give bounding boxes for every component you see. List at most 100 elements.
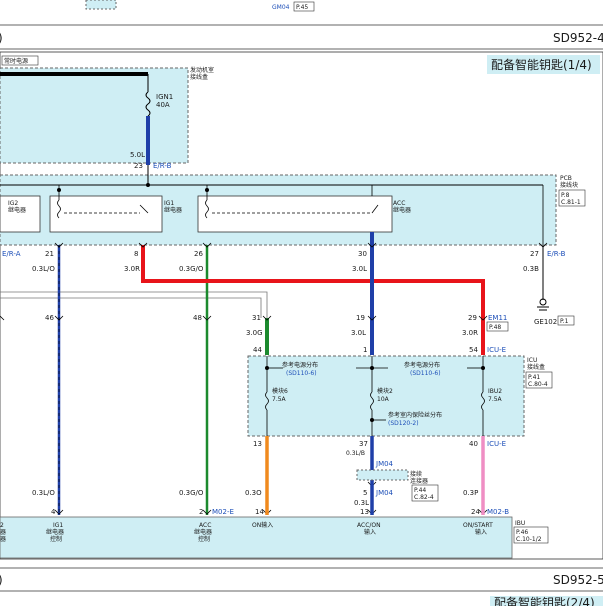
pin-19: 19	[356, 314, 365, 322]
fuse-module2-name: 模块2	[377, 387, 393, 395]
relay-acc-l2: 继电器	[393, 206, 411, 214]
ibu-label-1-l3: 控制	[50, 535, 62, 543]
bottom-pin-4: 4	[51, 508, 56, 516]
footer-left: )	[0, 573, 3, 587]
icu-pin-1: 1	[363, 346, 367, 354]
jm04-connector	[356, 469, 409, 481]
fuse-ibu2-name: IBU2	[488, 388, 502, 395]
jm04-code-bottom: JM04	[375, 489, 394, 497]
icu-ref-text-1: 参考电源分布	[282, 361, 318, 369]
ibu-name: IBU	[515, 520, 525, 527]
power-label: 常时电源	[4, 57, 28, 65]
ibu-label-1-l1: IG1	[53, 522, 63, 529]
icu-pin-13: 13	[253, 440, 262, 448]
pcb-ref2: C.81-1	[561, 199, 581, 206]
bottom-pin-24: 24	[471, 508, 480, 516]
engine-room-box	[0, 67, 189, 164]
icu-pin-54: 54	[469, 346, 478, 354]
page-title: 配备智能钥匙(1/4)	[491, 57, 592, 72]
relay-ig1	[49, 195, 163, 233]
pin-26: 26	[194, 250, 203, 258]
engine-box-line1: 发动机室	[190, 66, 214, 74]
bottom-wire-3: 0.3O	[245, 489, 262, 497]
bottom-wire-5: 0.3P	[463, 489, 478, 497]
fuse-ibu2-rating: 7.5A	[488, 396, 503, 403]
main-wire-size: 5.0L	[130, 151, 145, 159]
em11-ref: P.48	[489, 324, 501, 331]
ibu-label-2-l1: ACC	[199, 522, 211, 529]
icu-pin-44: 44	[253, 346, 262, 354]
header-left: )	[0, 31, 3, 45]
ibu-label-4-l1: ACC/ON	[357, 522, 381, 529]
ibu-label-2-l3: 控制	[198, 535, 210, 543]
icu-ref-link-2: (SD110-6)	[410, 370, 441, 377]
icu-ref2: C.80-4	[528, 381, 548, 388]
ibu-label-0-l3: 器	[0, 536, 6, 543]
ground-name: GE102	[534, 318, 557, 326]
icu-ref1: P.41	[528, 374, 540, 381]
icu-conn-out: ICU-E	[487, 440, 506, 448]
icu-pin-37: 37	[359, 440, 368, 448]
ibu-label-3-l1: ON输入	[252, 521, 273, 529]
bottom-pin-2: 2	[199, 508, 203, 516]
icu-ref-link-3: (SD120-2)	[388, 420, 419, 427]
diagram-page: GM04 P.45 ) SD952-4 配备智能钥匙(1/4) 常时电源 发动机…	[0, 0, 603, 606]
relay-acc-l1: ACC	[393, 200, 405, 207]
fuse-module6-name: 模块6	[272, 387, 288, 395]
ibu-label-5-l2: 输入	[475, 528, 487, 536]
bottom-wire-2: 0.3G/O	[179, 489, 204, 497]
pcb-ref1: P.8	[561, 192, 570, 199]
ibu-label-1-l2: 继电器	[46, 528, 64, 536]
relay-ig2-l2: 继电器	[8, 206, 26, 214]
ibu-label-5-l1: ON/START	[463, 522, 493, 529]
main-wire-pin: 23	[134, 162, 143, 170]
prev-ref-code: GM04	[272, 4, 290, 11]
header-code: SD952-4	[553, 31, 603, 45]
wire-27: 0.3B	[523, 265, 539, 273]
wire-29: 3.0R	[462, 329, 478, 337]
jm04-wire-out: 0.3L	[354, 499, 369, 507]
fuse-module2-rating: 10A	[377, 396, 390, 403]
bottom-pin-14: 14	[255, 508, 264, 516]
next-page-title: 配备智能钥匙(2/4)	[494, 595, 595, 606]
wire-19: 3.0L	[351, 329, 366, 337]
jm04-wire-in: 0.3L/B	[346, 450, 365, 457]
relay-ig1-l1: IG1	[164, 200, 174, 207]
icu-ref-text-2: 参考电源分布	[404, 361, 440, 369]
pin-21: 21	[45, 250, 54, 258]
fuse-module6-rating: 7.5A	[272, 396, 287, 403]
ibu-label-4-l2: 输入	[364, 528, 376, 536]
left-conn-code: E/R-A	[2, 250, 21, 258]
relay-ig2-l1: IG2	[8, 200, 18, 207]
jm04-pin: 5	[363, 489, 367, 497]
prev-page-box	[85, 0, 117, 10]
jm04-label2: 连接器	[410, 477, 428, 485]
jm04-ref1: P.44	[414, 487, 426, 494]
jm04-ref2: C.82-4	[414, 494, 434, 501]
wire-8: 3.0R	[124, 265, 140, 273]
pin-30: 30	[358, 250, 367, 258]
em11-code: EM11	[488, 314, 507, 322]
prev-ref-page: P.45	[296, 4, 308, 11]
wiring-diagram: GM04 P.45 ) SD952-4 配备智能钥匙(1/4) 常时电源 发动机…	[0, 0, 603, 606]
wire-30: 3.0L	[352, 265, 367, 273]
relay-acc	[197, 195, 393, 233]
ground-ref: P.1	[560, 318, 569, 325]
engine-box-line2: 接线盒	[190, 73, 208, 81]
icu-conn-in: ICU-E	[487, 346, 506, 354]
icu-pin-40: 40	[469, 440, 478, 448]
pin-27: 27	[530, 250, 539, 258]
wire-31: 3.0G	[246, 329, 263, 337]
pcb-line2: 接线块	[560, 181, 578, 189]
ibu-label-0-l1: 2	[0, 522, 4, 529]
relay-ig2	[0, 195, 41, 233]
pin-48: 48	[193, 314, 202, 322]
ibu-ref1: P.46	[516, 529, 528, 536]
icu-ref-text-3: 参考室内保险丝分布	[388, 411, 442, 419]
right-conn-code: E/R-B	[547, 250, 566, 258]
ibu-label-2-l2: 继电器	[194, 528, 212, 536]
footer-code: SD952-5	[553, 573, 603, 587]
icu-ref-link-1: (SD110-6)	[286, 370, 317, 377]
icu-line2: 接线盒	[527, 363, 545, 371]
pin-8: 8	[134, 250, 138, 258]
